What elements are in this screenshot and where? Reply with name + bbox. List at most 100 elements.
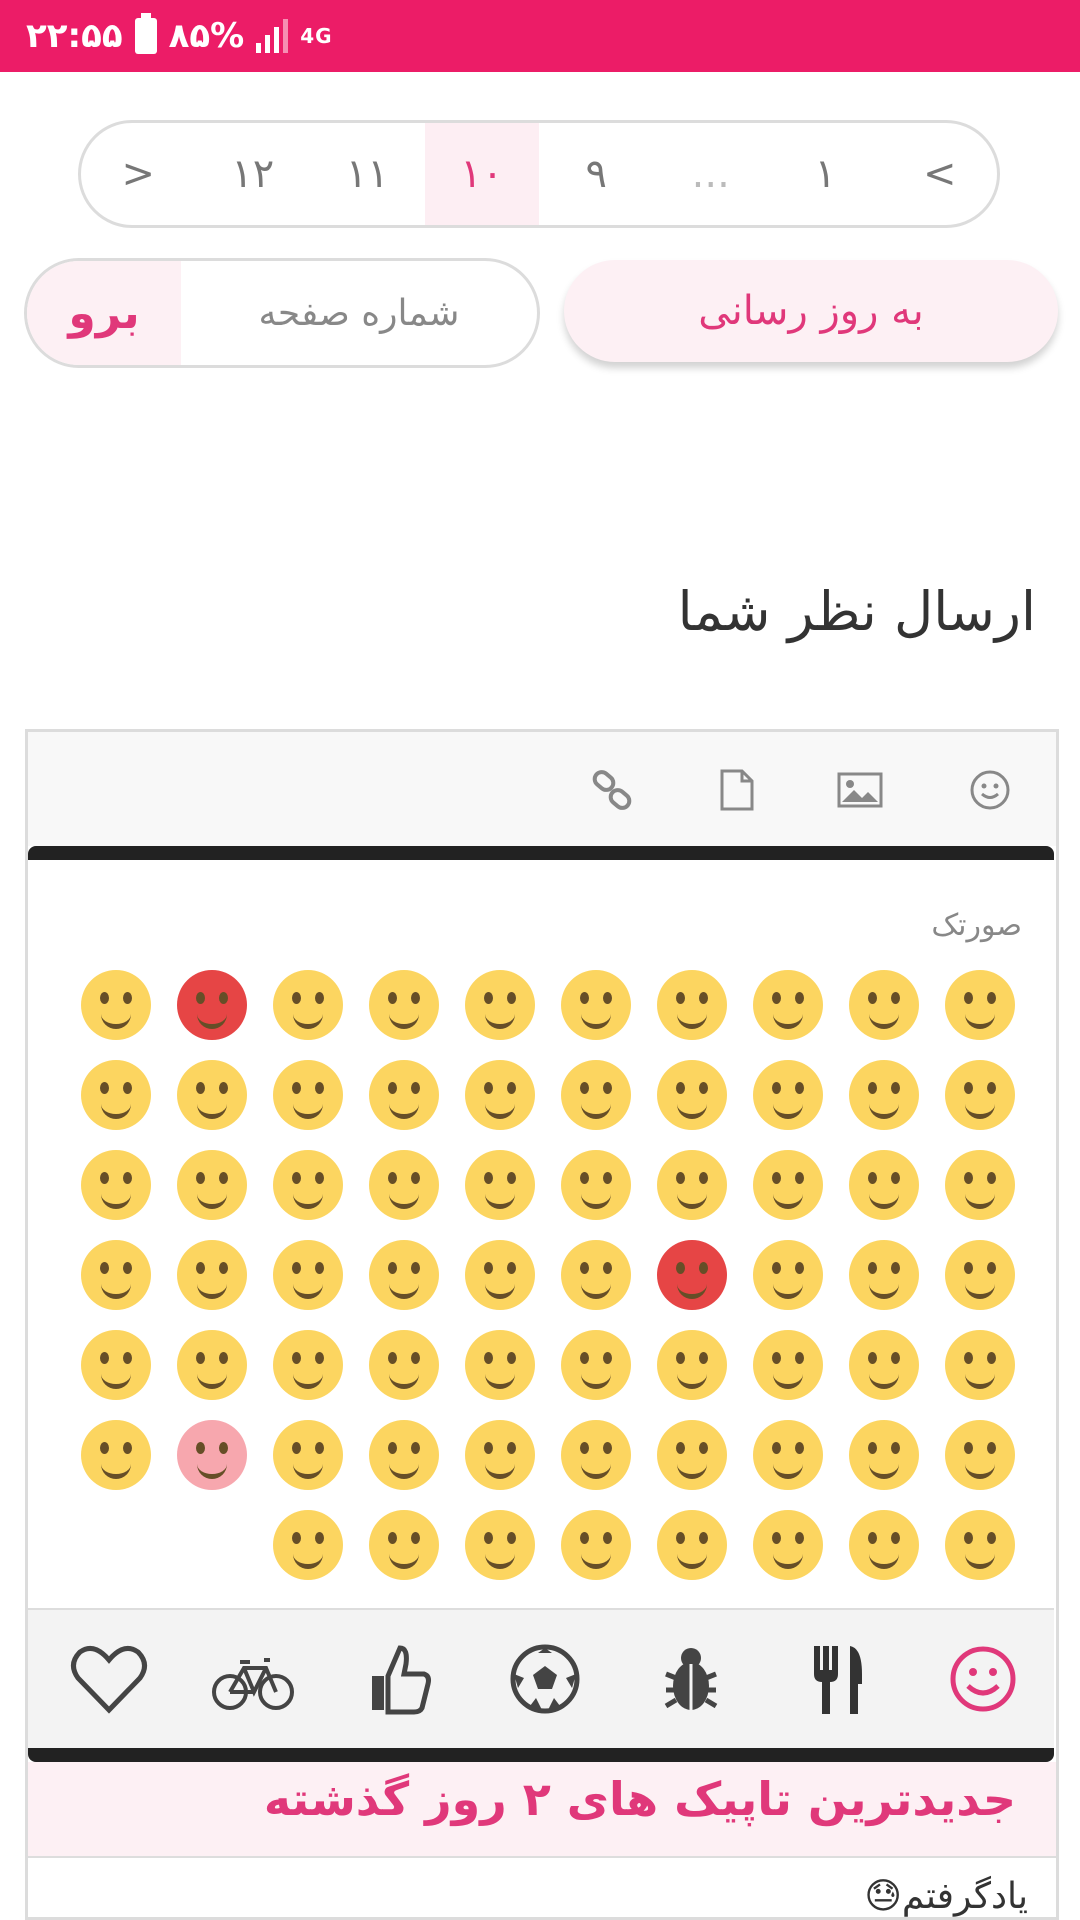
emoji-item[interactable] [164, 1050, 260, 1140]
smiley-icon[interactable] [938, 1634, 1028, 1724]
emoji-item[interactable] [164, 1410, 260, 1500]
image-icon[interactable] [836, 768, 884, 812]
page-link-12[interactable]: ۱۲ [196, 123, 311, 225]
emoji-face-icon [465, 1240, 535, 1310]
page-link-10-active[interactable]: ۱۰ [424, 123, 539, 225]
emoji-item[interactable] [836, 1500, 932, 1590]
emoji-item[interactable] [836, 1320, 932, 1410]
go-button[interactable]: برو [27, 261, 181, 365]
emoji-item[interactable] [836, 1410, 932, 1500]
emoji-item[interactable] [836, 1230, 932, 1320]
file-icon[interactable] [716, 768, 756, 812]
emoji-item[interactable] [932, 960, 1028, 1050]
emoji-item[interactable] [164, 1320, 260, 1410]
emoji-face-icon [465, 1420, 535, 1490]
emoji-face-icon [753, 1420, 823, 1490]
emoji-face-icon [273, 1420, 343, 1490]
emoji-item[interactable] [68, 1140, 164, 1230]
emoji-item[interactable] [644, 1410, 740, 1500]
pagination-ellipsis: ... [691, 151, 730, 197]
emoji-item[interactable] [356, 1230, 452, 1320]
emoji-item[interactable] [740, 1230, 836, 1320]
emoji-item[interactable] [644, 1500, 740, 1590]
emoji-item[interactable] [740, 1050, 836, 1140]
emoji-item[interactable] [164, 1140, 260, 1230]
emoji-item[interactable] [356, 1410, 452, 1500]
emoji-item[interactable] [260, 1140, 356, 1230]
emoji-item[interactable] [740, 1140, 836, 1230]
emoji-item[interactable] [548, 1410, 644, 1500]
emoji-item[interactable] [740, 1320, 836, 1410]
emoji-item[interactable] [548, 1500, 644, 1590]
link-icon[interactable] [590, 768, 634, 812]
bug-icon[interactable] [646, 1634, 736, 1724]
emoji-item[interactable] [932, 1230, 1028, 1320]
emoji-face-icon [753, 1330, 823, 1400]
emoji-item[interactable] [932, 1050, 1028, 1140]
pagination-last[interactable]: > [81, 123, 196, 225]
emoji-item[interactable] [548, 1320, 644, 1410]
emoji-item[interactable] [644, 1140, 740, 1230]
emoji-item[interactable] [68, 1050, 164, 1140]
page-link-11[interactable]: ۱۱ [310, 123, 425, 225]
soccer-ball-icon[interactable] [500, 1634, 590, 1724]
emoji-item[interactable] [68, 960, 164, 1050]
emoji-item[interactable] [452, 1230, 548, 1320]
emoji-item[interactable] [356, 1140, 452, 1230]
page-number-input[interactable]: شماره صفحه [181, 261, 537, 365]
emoji-item[interactable] [740, 1410, 836, 1500]
emoji-item[interactable] [644, 1320, 740, 1410]
emoji-item[interactable] [644, 1050, 740, 1140]
emoji-item[interactable] [260, 1050, 356, 1140]
emoji-item[interactable] [836, 960, 932, 1050]
emoji-item[interactable] [836, 1050, 932, 1140]
emoji-item[interactable] [836, 1140, 932, 1230]
emoji-item[interactable] [164, 1230, 260, 1320]
emoji-item[interactable] [260, 1230, 356, 1320]
emoji-item[interactable] [68, 1410, 164, 1500]
emoji-item[interactable] [932, 1320, 1028, 1410]
page-link-9[interactable]: ۹ [539, 123, 654, 225]
emoji-face-icon [849, 1150, 919, 1220]
emoji-item[interactable] [932, 1500, 1028, 1590]
emoji-item[interactable] [260, 1320, 356, 1410]
emoji-item[interactable] [452, 1500, 548, 1590]
thumbs-up-icon[interactable] [354, 1634, 444, 1724]
emoji-face-icon [561, 970, 631, 1040]
emoji-item[interactable] [452, 1410, 548, 1500]
emoji-item[interactable] [68, 1230, 164, 1320]
bicycle-icon[interactable] [208, 1634, 298, 1724]
emoji-item[interactable] [356, 960, 452, 1050]
emoji-item[interactable] [644, 960, 740, 1050]
emoji-item[interactable] [548, 960, 644, 1050]
page-link-1[interactable]: ۱ [768, 123, 883, 225]
emoji-item[interactable] [68, 1320, 164, 1410]
heart-icon[interactable] [64, 1634, 154, 1724]
refresh-button[interactable]: به روز رسانی [564, 260, 1058, 362]
emoji-item[interactable] [452, 1140, 548, 1230]
emoji-item[interactable] [356, 1500, 452, 1590]
emoji-item[interactable] [260, 960, 356, 1050]
emoji-item[interactable] [356, 1320, 452, 1410]
topic-item[interactable]: یادگرفتم😓 [864, 1876, 1028, 1917]
emoji-item[interactable] [452, 1320, 548, 1410]
emoji-item[interactable] [548, 1050, 644, 1140]
pagination-next[interactable]: < [883, 123, 998, 225]
emoji-item[interactable] [740, 1500, 836, 1590]
emoji-item[interactable] [644, 1230, 740, 1320]
emoji-face-icon [753, 1060, 823, 1130]
emoji-item[interactable] [260, 1410, 356, 1500]
emoji-item[interactable] [548, 1140, 644, 1230]
emoji-item[interactable] [932, 1410, 1028, 1500]
emoji-item[interactable] [452, 1050, 548, 1140]
emoji-item[interactable] [260, 1500, 356, 1590]
emoji-item[interactable] [356, 1050, 452, 1140]
smiley-icon[interactable] [968, 768, 1012, 812]
emoji-item[interactable] [164, 960, 260, 1050]
emoji-item[interactable] [548, 1230, 644, 1320]
emoji-item[interactable] [932, 1140, 1028, 1230]
emoji-item[interactable] [452, 960, 548, 1050]
emoji-grid [68, 960, 1028, 1590]
fork-knife-icon[interactable] [792, 1634, 882, 1724]
emoji-item[interactable] [740, 960, 836, 1050]
